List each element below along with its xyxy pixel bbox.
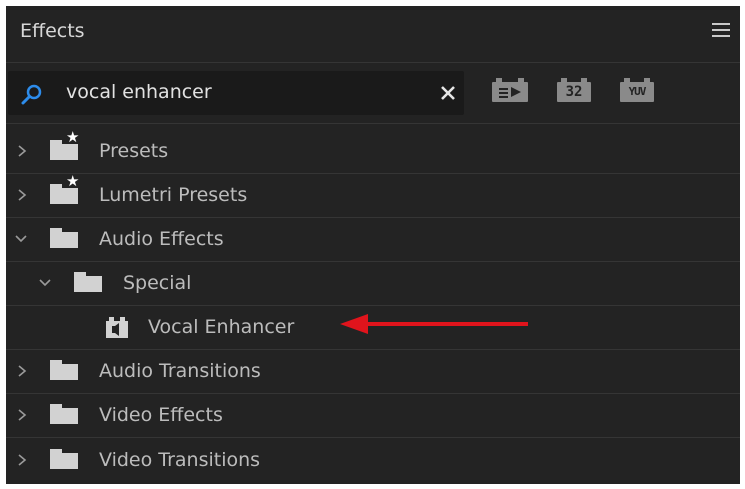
tree-item-presets[interactable]: ★ Presets xyxy=(6,129,740,173)
panel-header: Effects xyxy=(6,6,740,62)
tree-item-special[interactable]: Special xyxy=(6,261,740,305)
search-divider xyxy=(6,123,740,124)
yuv-label: YUV xyxy=(628,85,647,98)
folder-icon xyxy=(50,404,78,424)
search-input[interactable]: vocal enhancer xyxy=(66,81,212,103)
effects-panel: Effects vocal enhancer 32 YUV ★ Presets … xyxy=(6,6,740,484)
preset-folder-icon: ★ xyxy=(50,130,79,160)
folder-icon xyxy=(50,360,78,380)
annotation-arrow xyxy=(340,314,528,334)
preset-folder-icon: ★ xyxy=(50,174,79,204)
chevron-right-icon xyxy=(18,454,27,466)
yuv-filter-icon[interactable]: YUV xyxy=(620,78,654,102)
tree-item-label: Video Effects xyxy=(99,404,223,426)
accelerated-effects-filter-icon[interactable] xyxy=(492,78,528,102)
folder-icon xyxy=(50,449,78,469)
tree-item-label: Special xyxy=(123,272,192,294)
tree-item-lumetri-presets[interactable]: ★ Lumetri Presets xyxy=(6,173,740,217)
tree-item-audio-effects[interactable]: Audio Effects xyxy=(6,217,740,261)
tree-item-label: Presets xyxy=(99,140,169,162)
chevron-right-icon xyxy=(18,189,27,201)
tree-item-label: Vocal Enhancer xyxy=(148,316,295,338)
tree-item-video-effects[interactable]: Video Effects xyxy=(6,393,740,437)
panel-menu-icon[interactable] xyxy=(712,22,730,38)
32-bit-label: 32 xyxy=(565,84,583,100)
tree-item-video-transitions[interactable]: Video Transitions xyxy=(6,438,740,482)
clear-search-icon[interactable] xyxy=(438,83,458,103)
panel-title: Effects xyxy=(20,20,85,42)
tree-item-label: Video Transitions xyxy=(99,449,261,471)
32-bit-filter-icon[interactable]: 32 xyxy=(557,78,591,102)
search-field[interactable]: vocal enhancer xyxy=(8,71,464,115)
chevron-right-icon xyxy=(18,365,27,377)
search-icon xyxy=(21,84,42,105)
folder-icon xyxy=(50,228,78,248)
tree-item-label: Lumetri Presets xyxy=(99,184,248,206)
header-divider xyxy=(6,62,740,63)
folder-icon xyxy=(74,272,102,292)
chevron-down-icon xyxy=(15,235,27,243)
tree-item-label: Audio Effects xyxy=(99,228,224,250)
chevron-down-icon xyxy=(39,279,51,287)
audio-effect-icon xyxy=(106,317,128,338)
chevron-right-icon xyxy=(18,145,27,157)
tree-item-audio-transitions[interactable]: Audio Transitions xyxy=(6,349,740,393)
tree-item-label: Audio Transitions xyxy=(99,360,261,382)
chevron-right-icon xyxy=(18,409,27,421)
